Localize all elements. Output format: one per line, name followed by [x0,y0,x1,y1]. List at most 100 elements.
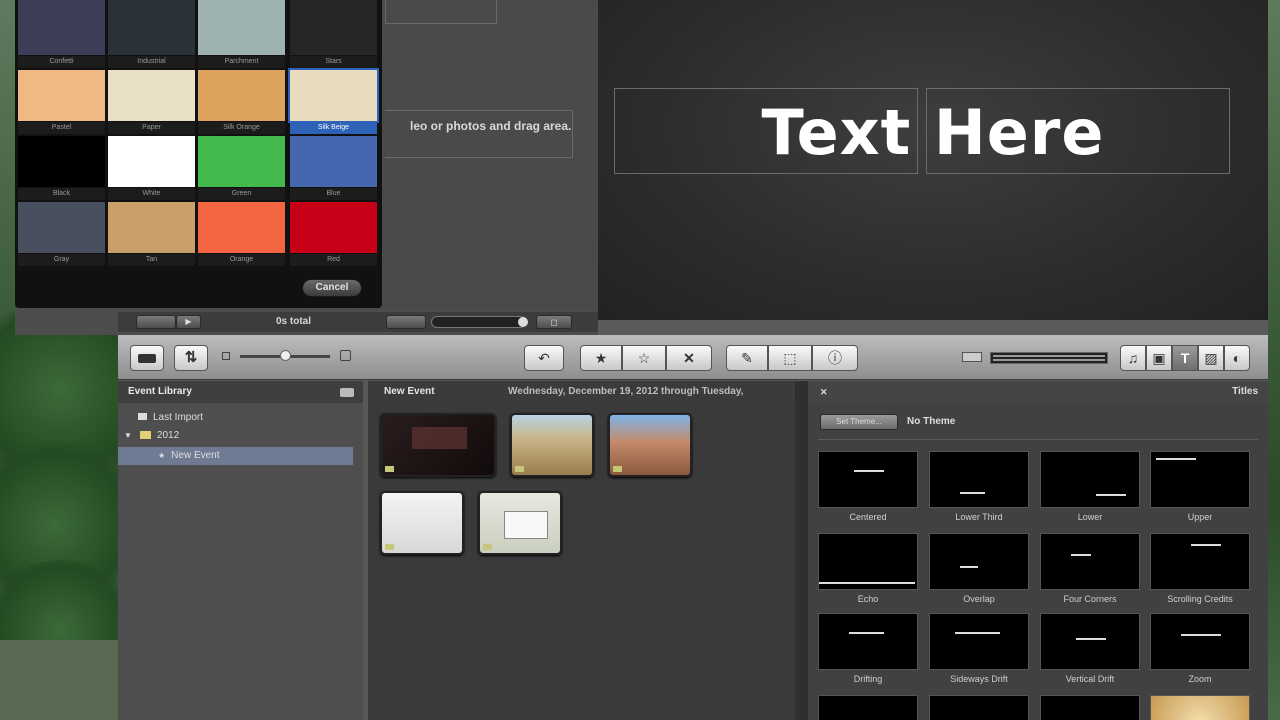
project-zoom-slider[interactable] [431,316,528,328]
fullscreen-button[interactable]: ◻ [536,315,572,329]
background-swatch[interactable]: Pastel [18,70,105,134]
event-browser [368,403,795,720]
clip-thumbnail[interactable] [478,491,562,555]
tile-text-line [960,492,985,494]
titles-browser-button[interactable]: T [1172,345,1198,371]
background-swatch[interactable]: Gray [18,202,105,266]
title-style-tile[interactable]: Four Corners [1040,533,1140,604]
background-swatch[interactable]: Red [290,202,377,266]
background-swatch-label: Red [290,254,377,266]
eject-icon[interactable] [340,388,354,397]
title-style-tile[interactable]: Zoom [1150,613,1250,684]
title-style-tile[interactable]: Lower [1040,451,1140,522]
background-swatch[interactable]: Stars [290,0,377,68]
thumbnail-preview [412,427,467,449]
library-item-new-event[interactable]: ★ New Event [118,447,353,465]
tile-text-line [960,566,978,568]
library-item-2012[interactable]: ▼ 2012 [118,427,353,445]
project-total-label: 0s total [276,316,312,327]
swap-events-projects-button[interactable]: ⇅ [174,345,208,371]
title-style-label: Lower [1077,512,1103,522]
cancel-button[interactable]: Cancel [302,279,362,297]
title-style-tile[interactable]: Centered [818,451,918,522]
event-browser-scrollbar[interactable] [795,381,808,720]
clip-thumbnail[interactable] [380,491,464,555]
title-style-tile[interactable]: Vertical Drift [1040,613,1140,684]
title-style-label: Lower Third [955,512,1003,522]
close-icon[interactable]: ✕ [820,381,828,403]
tile-text-line [1156,458,1196,460]
background-swatch-label: Green [198,188,285,200]
background-swatch[interactable]: Parchment [198,0,285,68]
background-swatch-label: Paper [108,122,195,134]
music-browser-button[interactable]: ♫ [1120,345,1146,371]
project-zoom-out-button[interactable] [386,315,426,329]
camera-icon [385,466,394,472]
thumbnail-preview [504,511,548,539]
disclosure-triangle-icon[interactable]: ▼ [124,431,132,440]
title-style-tile[interactable] [1150,695,1250,720]
background-swatch-label: Black [18,188,105,200]
import-camera-button[interactable] [130,345,164,371]
clip-thumbnail[interactable] [510,413,594,477]
background-swatch-label: White [108,188,195,200]
desktop: leo or photos and drag area. ▶ 0s total … [0,0,1280,720]
crop-button[interactable]: ⬚ [768,345,812,371]
title-style-tile[interactable] [929,695,1029,720]
audio-volume-icon [962,352,982,362]
title-style-tile[interactable]: Lower Third [929,451,1029,522]
background-swatch[interactable]: Blue [290,136,377,200]
project-hint-text: leo or photos and drag area. [410,119,572,133]
title-style-tile[interactable]: Drifting [818,613,918,684]
title-style-tile[interactable]: Echo [818,533,918,604]
toolbar: ⇅ ↶ ★ ☆ ✕ ✎ ⬚ ⓘ ♫ ▣ T ▨ ◐ [118,335,1268,380]
library-item-label: 2012 [156,430,180,441]
slider-knob[interactable] [518,317,528,327]
set-theme-button[interactable]: Set Theme... [820,414,898,430]
title-style-tile[interactable]: Sideways Drift [929,613,1029,684]
star-icon: ★ [158,451,166,460]
play-project-button[interactable]: ▶ [176,315,201,329]
background-swatch[interactable]: Black [18,136,105,200]
library-item-last-import[interactable]: Last Import [118,409,353,427]
title-style-tile[interactable]: Overlap [929,533,1029,604]
favorite-button[interactable]: ★ [580,345,622,371]
slider-knob[interactable] [280,350,291,361]
camera-icon [483,544,492,550]
clip-thumbnail[interactable] [380,413,496,477]
background-swatch[interactable]: Orange [198,202,285,266]
background-swatch[interactable]: Green [198,136,285,200]
background-swatch[interactable]: Confetti [18,0,105,68]
title-style-tile[interactable] [818,695,918,720]
inspector-button[interactable]: ⓘ [812,345,858,371]
unmark-button[interactable]: ☆ [622,345,666,371]
background-swatch[interactable]: Industrial [108,0,195,68]
dropper-tool-button[interactable]: ✎ [726,345,768,371]
title-style-tile[interactable]: Upper [1150,451,1250,522]
background-swatch-label: Parchment [198,56,285,68]
title-style-label: Sideways Drift [950,674,1008,684]
background-swatch[interactable]: Paper [108,70,195,134]
title-text[interactable]: Text Here [598,96,1268,169]
thumbnail-zoom-slider[interactable] [240,350,330,361]
undo-button[interactable]: ↶ [524,345,564,371]
event-library-header: Event Library [118,381,363,403]
event-library-list: Last Import ▼ 2012 ★ New Event [118,403,363,720]
project-thumb-button[interactable] [136,315,176,329]
reject-button[interactable]: ✕ [666,345,712,371]
clip-thumbnail[interactable] [608,413,692,477]
title-style-label: Zoom [1188,674,1212,684]
transitions-browser-button[interactable]: ▨ [1198,345,1224,371]
title-style-tile[interactable] [1040,695,1140,720]
maps-browser-button[interactable]: ◐ [1224,345,1250,371]
viewer: Text Here [598,0,1268,320]
background-swatch[interactable]: Tan [108,202,195,266]
background-swatch[interactable]: Silk Beige [288,68,379,134]
title-style-tile[interactable]: Scrolling Credits [1150,533,1250,604]
tile-text-line [1181,634,1221,636]
event-library-title: Event Library [128,386,192,397]
background-swatch[interactable]: Silk Orange [198,70,285,134]
titles-header-label: Titles [1232,386,1258,397]
background-swatch[interactable]: White [108,136,195,200]
photo-browser-button[interactable]: ▣ [1146,345,1172,371]
